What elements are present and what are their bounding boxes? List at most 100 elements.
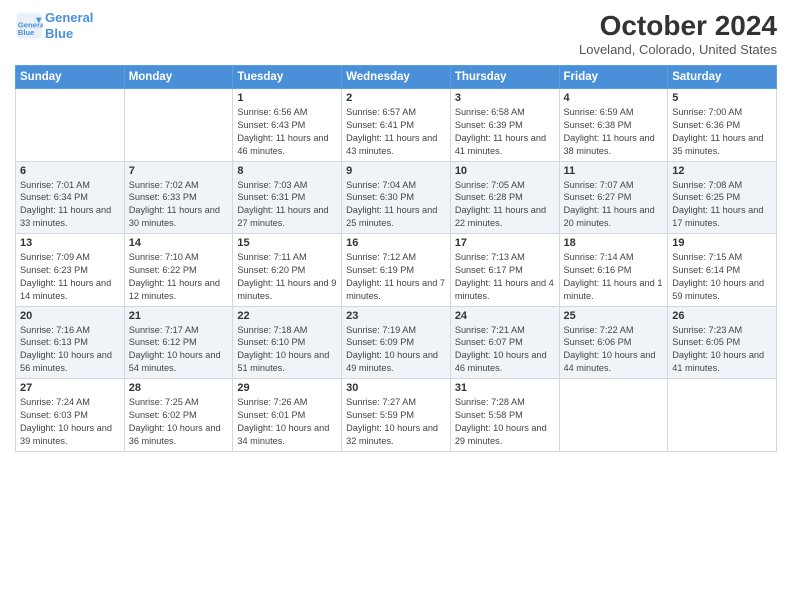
day-number: 24 xyxy=(455,310,555,322)
day-number: 30 xyxy=(346,382,446,394)
col-friday: Friday xyxy=(559,66,668,89)
day-info: Sunrise: 7:03 AM Sunset: 6:31 PM Dayligh… xyxy=(237,179,337,231)
day-info: Sunrise: 6:59 AM Sunset: 6:38 PM Dayligh… xyxy=(564,106,664,158)
calendar-header: Sunday Monday Tuesday Wednesday Thursday… xyxy=(16,66,777,89)
day-info: Sunrise: 7:25 AM Sunset: 6:02 PM Dayligh… xyxy=(129,396,229,448)
calendar-cell: 18 Sunrise: 7:14 AM Sunset: 6:16 PM Dayli… xyxy=(559,234,668,307)
calendar-week-2: 13 Sunrise: 7:09 AM Sunset: 6:23 PM Dayli… xyxy=(16,234,777,307)
day-number: 16 xyxy=(346,237,446,249)
day-info: Sunrise: 7:13 AM Sunset: 6:17 PM Dayligh… xyxy=(455,251,555,303)
day-info: Sunrise: 7:07 AM Sunset: 6:27 PM Dayligh… xyxy=(564,179,664,231)
calendar-cell: 10 Sunrise: 7:05 AM Sunset: 6:28 PM Dayli… xyxy=(450,161,559,234)
day-number: 6 xyxy=(20,165,120,177)
calendar-cell: 15 Sunrise: 7:11 AM Sunset: 6:20 PM Dayli… xyxy=(233,234,342,307)
calendar-cell: 4 Sunrise: 6:59 AM Sunset: 6:38 PM Daylig… xyxy=(559,89,668,162)
day-number: 27 xyxy=(20,382,120,394)
calendar-cell: 28Sunrise: 7:25 AM Sunset: 6:02 PM Dayli… xyxy=(124,379,233,452)
calendar-cell: 16 Sunrise: 7:12 AM Sunset: 6:19 PM Dayli… xyxy=(342,234,451,307)
logo: General Blue General Blue xyxy=(15,10,93,41)
calendar-cell: 2Sunrise: 6:57 AM Sunset: 6:41 PM Daylig… xyxy=(342,89,451,162)
calendar-cell: 14 Sunrise: 7:10 AM Sunset: 6:22 PM Dayli… xyxy=(124,234,233,307)
logo-line1: General xyxy=(45,10,93,25)
calendar-cell xyxy=(559,379,668,452)
day-info: Sunrise: 7:26 AM Sunset: 6:01 PM Dayligh… xyxy=(237,396,337,448)
day-info: Sunrise: 7:21 AM Sunset: 6:07 PM Dayligh… xyxy=(455,324,555,376)
calendar-cell xyxy=(668,379,777,452)
calendar-cell xyxy=(16,89,125,162)
calendar-cell: 19Sunrise: 7:15 AM Sunset: 6:14 PM Dayli… xyxy=(668,234,777,307)
day-number: 23 xyxy=(346,310,446,322)
day-info: Sunrise: 7:23 AM Sunset: 6:05 PM Dayligh… xyxy=(672,324,772,376)
day-number: 1 xyxy=(237,92,337,104)
day-number: 15 xyxy=(237,237,337,249)
day-info: Sunrise: 6:58 AM Sunset: 6:39 PM Dayligh… xyxy=(455,106,555,158)
calendar-cell: 6 Sunrise: 7:01 AM Sunset: 6:34 PM Daylig… xyxy=(16,161,125,234)
calendar-cell: 21 Sunrise: 7:17 AM Sunset: 6:12 PM Dayli… xyxy=(124,306,233,379)
location: Loveland, Colorado, United States xyxy=(579,42,777,57)
calendar-cell: 11 Sunrise: 7:07 AM Sunset: 6:27 PM Dayli… xyxy=(559,161,668,234)
day-info: Sunrise: 7:09 AM Sunset: 6:23 PM Dayligh… xyxy=(20,251,120,303)
calendar-cell xyxy=(124,89,233,162)
day-number: 13 xyxy=(20,237,120,249)
calendar-cell: 25 Sunrise: 7:22 AM Sunset: 6:06 PM Dayli… xyxy=(559,306,668,379)
calendar-cell: 27 Sunrise: 7:24 AM Sunset: 6:03 PM Dayli… xyxy=(16,379,125,452)
day-number: 25 xyxy=(564,310,664,322)
day-number: 5 xyxy=(672,92,772,104)
day-number: 4 xyxy=(564,92,664,104)
month-title: October 2024 xyxy=(579,10,777,42)
day-info: Sunrise: 7:11 AM Sunset: 6:20 PM Dayligh… xyxy=(237,251,337,303)
calendar-week-0: 1 Sunrise: 6:56 AM Sunset: 6:43 PM Daylig… xyxy=(16,89,777,162)
title-block: October 2024 Loveland, Colorado, United … xyxy=(579,10,777,57)
calendar-cell: 22 Sunrise: 7:18 AM Sunset: 6:10 PM Dayli… xyxy=(233,306,342,379)
day-info: Sunrise: 7:12 AM Sunset: 6:19 PM Dayligh… xyxy=(346,251,446,303)
calendar-cell: 26Sunrise: 7:23 AM Sunset: 6:05 PM Dayli… xyxy=(668,306,777,379)
logo-text: General Blue xyxy=(45,10,93,41)
col-wednesday: Wednesday xyxy=(342,66,451,89)
svg-text:Blue: Blue xyxy=(18,28,35,37)
calendar-table: Sunday Monday Tuesday Wednesday Thursday… xyxy=(15,65,777,452)
day-info: Sunrise: 7:01 AM Sunset: 6:34 PM Dayligh… xyxy=(20,179,120,231)
day-number: 8 xyxy=(237,165,337,177)
day-number: 7 xyxy=(129,165,229,177)
day-info: Sunrise: 7:19 AM Sunset: 6:09 PM Dayligh… xyxy=(346,324,446,376)
day-number: 3 xyxy=(455,92,555,104)
calendar-cell: 12Sunrise: 7:08 AM Sunset: 6:25 PM Dayli… xyxy=(668,161,777,234)
day-number: 21 xyxy=(129,310,229,322)
logo-icon: General Blue xyxy=(15,12,43,40)
day-number: 12 xyxy=(672,165,772,177)
day-info: Sunrise: 7:17 AM Sunset: 6:12 PM Dayligh… xyxy=(129,324,229,376)
day-info: Sunrise: 7:04 AM Sunset: 6:30 PM Dayligh… xyxy=(346,179,446,231)
day-info: Sunrise: 7:10 AM Sunset: 6:22 PM Dayligh… xyxy=(129,251,229,303)
day-info: Sunrise: 7:16 AM Sunset: 6:13 PM Dayligh… xyxy=(20,324,120,376)
day-number: 22 xyxy=(237,310,337,322)
calendar-cell: 1 Sunrise: 6:56 AM Sunset: 6:43 PM Daylig… xyxy=(233,89,342,162)
calendar-cell: 8 Sunrise: 7:03 AM Sunset: 6:31 PM Daylig… xyxy=(233,161,342,234)
day-info: Sunrise: 7:05 AM Sunset: 6:28 PM Dayligh… xyxy=(455,179,555,231)
day-info: Sunrise: 6:56 AM Sunset: 6:43 PM Dayligh… xyxy=(237,106,337,158)
day-info: Sunrise: 7:22 AM Sunset: 6:06 PM Dayligh… xyxy=(564,324,664,376)
day-info: Sunrise: 7:02 AM Sunset: 6:33 PM Dayligh… xyxy=(129,179,229,231)
calendar-cell: 29 Sunrise: 7:26 AM Sunset: 6:01 PM Dayli… xyxy=(233,379,342,452)
calendar-cell: 31Sunrise: 7:28 AM Sunset: 5:58 PM Dayli… xyxy=(450,379,559,452)
calendar-week-1: 6 Sunrise: 7:01 AM Sunset: 6:34 PM Daylig… xyxy=(16,161,777,234)
day-number: 29 xyxy=(237,382,337,394)
day-info: Sunrise: 7:24 AM Sunset: 6:03 PM Dayligh… xyxy=(20,396,120,448)
day-number: 10 xyxy=(455,165,555,177)
day-info: Sunrise: 6:57 AM Sunset: 6:41 PM Dayligh… xyxy=(346,106,446,158)
calendar-week-4: 27 Sunrise: 7:24 AM Sunset: 6:03 PM Dayli… xyxy=(16,379,777,452)
calendar-cell: 24 Sunrise: 7:21 AM Sunset: 6:07 PM Dayli… xyxy=(450,306,559,379)
calendar-cell: 5Sunrise: 7:00 AM Sunset: 6:36 PM Daylig… xyxy=(668,89,777,162)
day-number: 11 xyxy=(564,165,664,177)
day-number: 18 xyxy=(564,237,664,249)
page: General Blue General Blue October 2024 L… xyxy=(0,0,792,612)
col-thursday: Thursday xyxy=(450,66,559,89)
day-info: Sunrise: 7:18 AM Sunset: 6:10 PM Dayligh… xyxy=(237,324,337,376)
calendar-cell: 17Sunrise: 7:13 AM Sunset: 6:17 PM Dayli… xyxy=(450,234,559,307)
day-info: Sunrise: 7:14 AM Sunset: 6:16 PM Dayligh… xyxy=(564,251,664,303)
day-number: 31 xyxy=(455,382,555,394)
day-number: 14 xyxy=(129,237,229,249)
col-sunday: Sunday xyxy=(16,66,125,89)
calendar-cell: 9Sunrise: 7:04 AM Sunset: 6:30 PM Daylig… xyxy=(342,161,451,234)
calendar-week-3: 20Sunrise: 7:16 AM Sunset: 6:13 PM Dayli… xyxy=(16,306,777,379)
day-info: Sunrise: 7:27 AM Sunset: 5:59 PM Dayligh… xyxy=(346,396,446,448)
